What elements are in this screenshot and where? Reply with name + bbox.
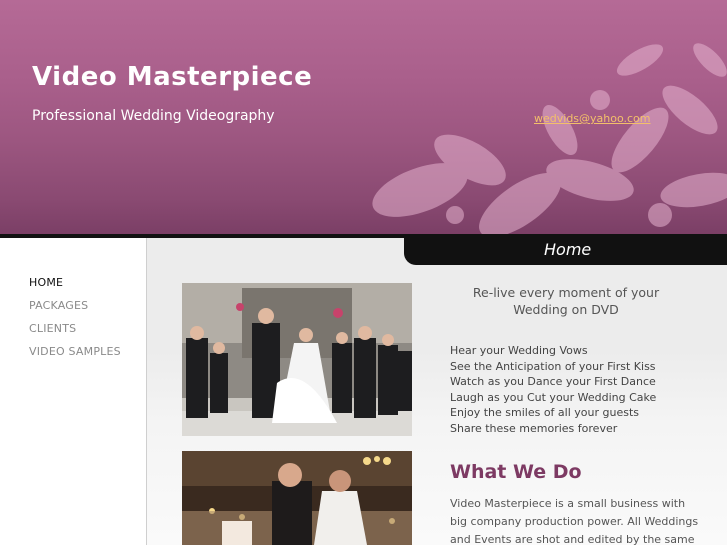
feature-item: Enjoy the smiles of all your guests (450, 406, 639, 419)
email-link[interactable]: wedvids@yahoo.com (534, 112, 651, 125)
site-header: Video Masterpiece Professional Wedding V… (0, 0, 727, 234)
tagline: Re-live every moment of your Wedding on … (472, 285, 660, 317)
page-tab-label: Home (544, 240, 592, 259)
nav-item-video-samples[interactable]: VIDEO SAMPLES (29, 345, 121, 358)
nav-item-clients[interactable]: CLIENTS (29, 322, 76, 335)
feature-item: Watch as you Dance your First Dance (450, 375, 656, 388)
section-title: What We Do (450, 461, 582, 483)
feature-item: Share these memories forever (450, 421, 618, 435)
nav-item-packages[interactable]: PACKAGES (29, 299, 88, 312)
nav-item-home[interactable]: HOME (29, 276, 63, 289)
site-title: Video Masterpiece (32, 62, 313, 92)
feature-item: Hear your Wedding Vows (450, 344, 588, 357)
sidebar-nav: HOME PACKAGES CLIENTS VIDEO SAMPLES (0, 238, 147, 545)
wedding-exit-photo (182, 283, 412, 436)
page-tab-home: Home (404, 234, 727, 265)
cake-cutting-photo (182, 451, 412, 545)
section-body: Video Masterpiece is a small business wi… (450, 497, 699, 546)
feature-item: See the Anticipation of your First Kiss (450, 359, 656, 373)
site-subtitle: Professional Wedding Videography (32, 108, 275, 124)
feature-list: Hear your Wedding Vows See the Anticipat… (450, 343, 656, 436)
feature-item: Laugh as you Cut your Wedding Cake (450, 390, 657, 404)
